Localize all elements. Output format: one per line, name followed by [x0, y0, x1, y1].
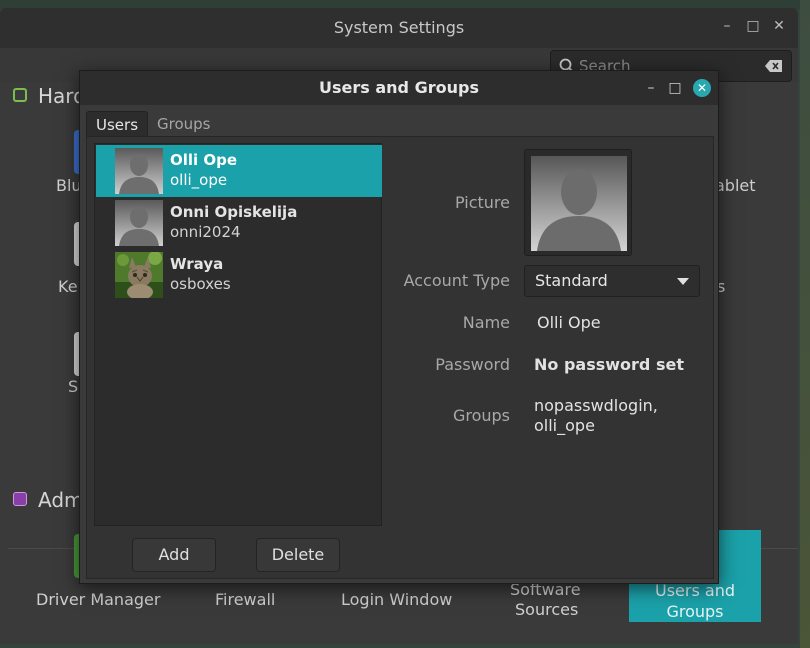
user-login: osboxes	[170, 275, 231, 293]
account-type-value: Standard	[535, 271, 608, 290]
user-row-olli-ope[interactable]: Olli Ope olli_ope	[96, 145, 382, 197]
driver-manager-label[interactable]: Driver Manager	[36, 590, 160, 609]
password-value[interactable]: No password set	[534, 355, 684, 374]
administration-section-heading: Adm	[38, 488, 84, 512]
user-row-onni-opiskelija[interactable]: Onni Opiskelija onni2024	[96, 197, 382, 249]
user-name: Onni Opiskelija	[170, 203, 298, 221]
tile-label-line2: Groups	[666, 602, 724, 621]
delete-user-button[interactable]: Delete	[256, 538, 340, 572]
user-row-wraya[interactable]: Wraya osboxes	[96, 249, 382, 301]
users-and-groups-dialog: Users and Groups – □ ✕ Users Groups Olli…	[79, 70, 719, 584]
firewall-label[interactable]: Firewall	[215, 590, 275, 609]
user-name: Wraya	[170, 255, 224, 273]
close-icon[interactable]: ✕	[769, 16, 789, 36]
dialog-close-icon[interactable]: ✕	[693, 79, 711, 97]
user-name: Olli Ope	[170, 151, 238, 169]
login-window-label[interactable]: Login Window	[341, 590, 452, 609]
tab-groups[interactable]: Groups	[148, 111, 219, 137]
dialog-titlebar[interactable]: Users and Groups – □ ✕	[80, 71, 718, 105]
users-tab-panel: Olli Ope olli_ope Onni Opiskelija onni20…	[86, 136, 714, 579]
name-value[interactable]: Olli Ope	[537, 313, 601, 332]
dialog-minimize-icon[interactable]: –	[642, 79, 660, 97]
keyboard-label[interactable]: Ke	[58, 277, 78, 296]
picture-label: Picture	[454, 193, 510, 212]
user-login: onni2024	[170, 223, 241, 241]
groups-value-line1[interactable]: nopasswdlogin,	[534, 396, 658, 415]
minimize-icon[interactable]: –	[717, 16, 737, 36]
hardware-section-icon	[13, 88, 27, 102]
administration-section-icon	[13, 492, 27, 506]
user-picture-avatar-icon	[531, 156, 627, 251]
dialog-title: Users and Groups	[319, 78, 479, 97]
groups-value-line2[interactable]: olli_ope	[534, 416, 595, 435]
add-user-button[interactable]: Add	[132, 538, 216, 572]
silhouette-avatar-icon	[115, 148, 163, 194]
software-sources-label[interactable]: Sources	[515, 600, 578, 619]
user-list[interactable]: Olli Ope olli_ope Onni Opiskelija onni20…	[94, 143, 382, 526]
account-type-dropdown[interactable]: Standard	[524, 265, 700, 297]
picture-button[interactable]	[524, 149, 632, 256]
account-type-label: Account Type	[403, 271, 510, 290]
graphics-tablet-label[interactable]: ablet	[715, 176, 756, 195]
password-label: Password	[435, 355, 510, 374]
system-settings-titlebar[interactable]: System Settings – □ ✕	[0, 8, 798, 48]
user-login: olli_ope	[170, 171, 228, 189]
clear-search-icon[interactable]	[765, 59, 783, 73]
dialog-maximize-icon[interactable]: □	[666, 79, 684, 97]
groups-label: Groups	[452, 406, 510, 425]
bluetooth-label[interactable]: Blu	[56, 176, 82, 195]
tab-users[interactable]: Users	[86, 111, 149, 137]
maximize-icon[interactable]: □	[743, 16, 763, 36]
chevron-down-icon	[677, 278, 689, 285]
kitten-photo-avatar-icon	[115, 252, 163, 298]
sound-label[interactable]: S	[68, 377, 78, 396]
desktop-wallpaper-edge	[800, 0, 810, 648]
system-settings-title: System Settings	[333, 18, 465, 37]
name-label: Name	[462, 313, 510, 332]
silhouette-avatar-icon	[115, 200, 163, 246]
